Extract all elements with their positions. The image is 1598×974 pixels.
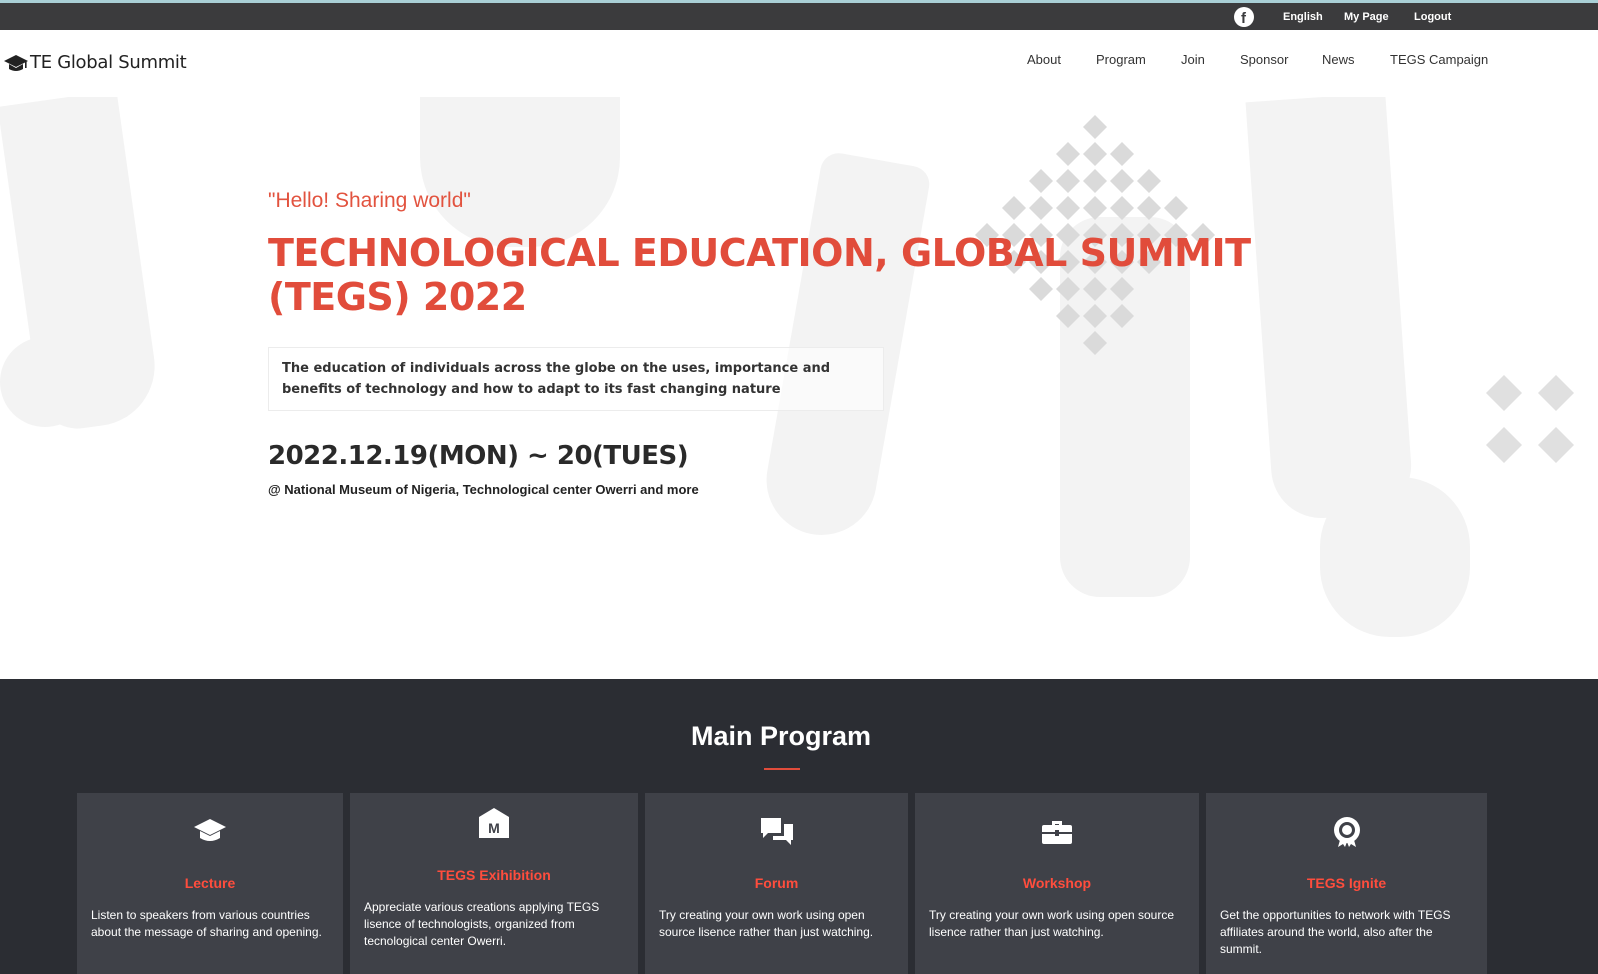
graduation-cap-icon (4, 54, 28, 71)
nav-join[interactable]: Join (1181, 52, 1205, 67)
nav-sponsor[interactable]: Sponsor (1240, 52, 1288, 67)
site-title: TE Global Summit (30, 52, 187, 73)
briefcase-icon (1042, 821, 1072, 844)
facebook-icon[interactable]: f (1234, 7, 1254, 27)
card-title: TEGS Exihibition (437, 867, 551, 883)
hero-description-box: The education of individuals across the … (268, 347, 884, 411)
program-card-tegs-exhibition[interactable]: M TEGS Exihibition Appreciate various cr… (350, 793, 638, 974)
chat-bubbles-icon (760, 818, 793, 845)
card-title: TEGS Ignite (1306, 875, 1387, 891)
card-description: Try creating your own work using open so… (659, 908, 874, 939)
card-title: Workshop (1022, 875, 1092, 891)
program-card-tegs-ignite[interactable]: TEGS Ignite Get the opportunities to net… (1206, 793, 1487, 974)
site-logo[interactable]: TE Global Summit (4, 52, 187, 73)
title-divider (764, 768, 800, 770)
event-dates: 2022.12.19(MON) ~ 20(TUES) (268, 441, 689, 471)
site-header: TE Global Summit About Program Join Spon… (0, 30, 1598, 97)
section-title: Main Program (690, 721, 872, 751)
card-title: Forum (754, 875, 799, 891)
hero-greeting: "Hello! Sharing world" (268, 189, 471, 212)
x-shape-decoration (1486, 375, 1574, 463)
card-description: Listen to speakers from various countrie… (91, 908, 322, 939)
background-silhouette (1320, 477, 1470, 637)
hero-title: TECHNOLOGICAL EDUCATION, GLOBAL SUMMIT (… (268, 231, 1251, 319)
graduation-cap-icon (194, 819, 226, 841)
hero-description: The education of individuals across the … (282, 361, 831, 397)
nav-program[interactable]: Program (1096, 52, 1146, 67)
background-silhouette (420, 97, 620, 247)
program-card-lecture[interactable]: Lecture Listen to speakers from various … (77, 793, 343, 974)
hero-banner: "Hello! Sharing world" TECHNOLOGICAL EDU… (0, 97, 1598, 679)
main-program-section: Main Program Lecture Listen to speakers … (0, 679, 1598, 974)
language-link[interactable]: English (1283, 3, 1323, 30)
top-utility-bar: f English My Page Logout (0, 0, 1598, 30)
background-silhouette (0, 337, 90, 427)
museum-icon: M (479, 808, 509, 838)
my-page-link[interactable]: My Page (1344, 3, 1389, 30)
event-venue: @ National Museum of Nigeria, Technologi… (268, 482, 699, 497)
card-description: Get the opportunities to network with TE… (1220, 908, 1451, 956)
award-icon (1333, 817, 1360, 847)
svg-text:M: M (488, 820, 500, 836)
card-title: Lecture (184, 875, 236, 891)
program-card-workshop[interactable]: Workshop Try creating your own work usin… (915, 793, 1199, 974)
card-description: Try creating your own work using open so… (929, 908, 1175, 939)
program-card-forum[interactable]: Forum Try creating your own work using o… (645, 793, 908, 974)
nav-about[interactable]: About (1027, 52, 1061, 67)
logout-link[interactable]: Logout (1414, 3, 1451, 30)
nav-tegs-campaign[interactable]: TEGS Campaign (1390, 52, 1488, 67)
card-description: Appreciate various creations applying TE… (364, 900, 600, 948)
nav-news[interactable]: News (1322, 52, 1355, 67)
